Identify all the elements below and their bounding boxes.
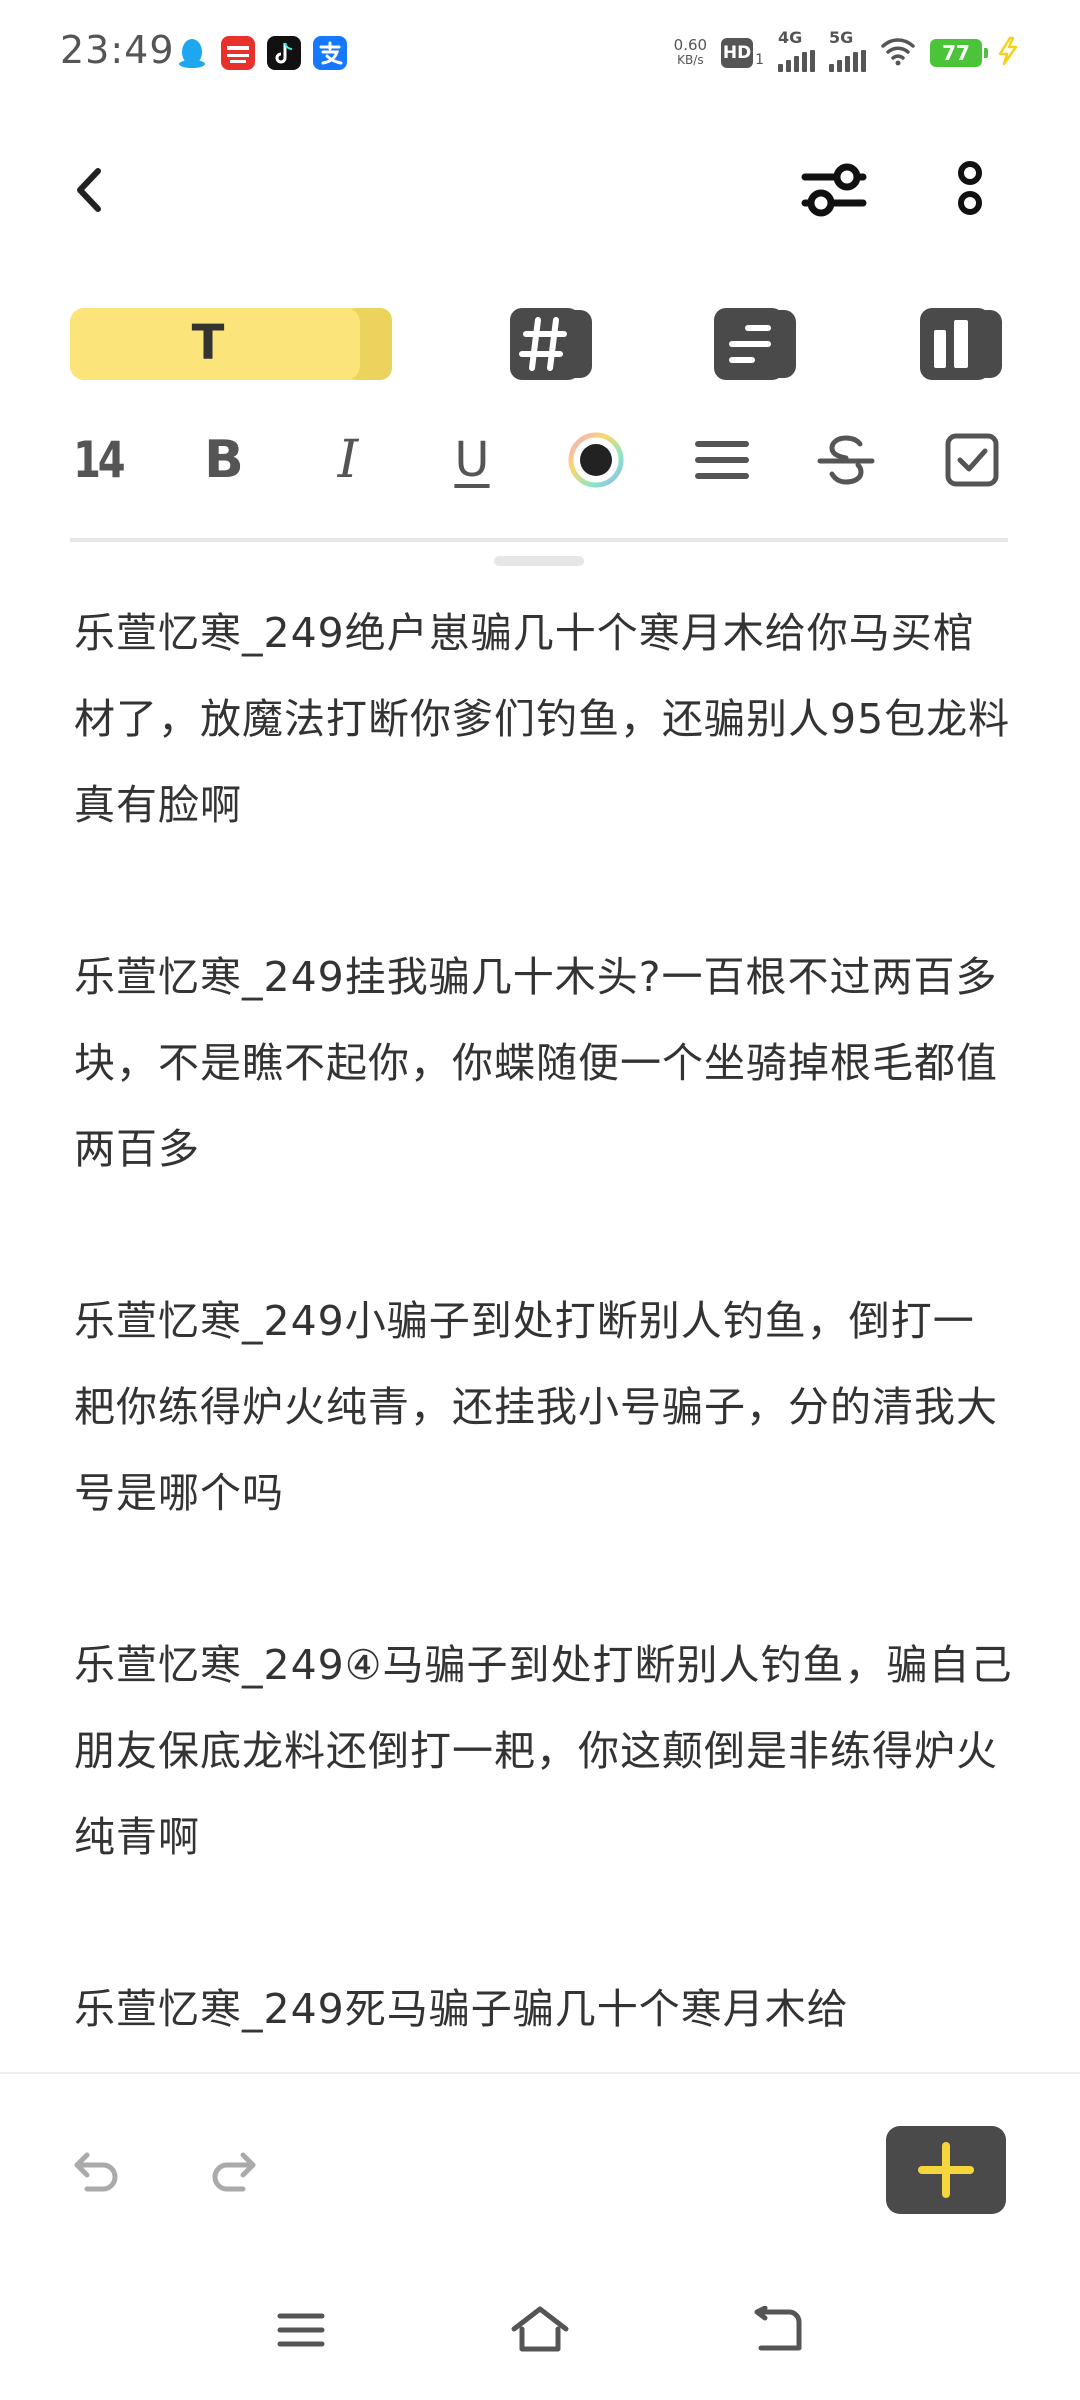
layout-tab[interactable]: [916, 304, 1006, 382]
add-icon: [918, 2142, 974, 2198]
redo-icon: [212, 2152, 256, 2192]
layout-icon: [920, 308, 1002, 380]
status-time: 23:49: [60, 28, 175, 72]
text-color-icon: [568, 432, 624, 488]
hashtag-icon: [510, 308, 592, 380]
format-toolbar: 14 B I U: [0, 420, 1080, 500]
signal-5g-label: 5G: [829, 28, 854, 47]
shopping-app-icon: [221, 36, 255, 70]
net-speed-unit: KB/s: [677, 53, 704, 67]
hd-icon: HD: [721, 38, 754, 68]
list-style-tab[interactable]: [710, 304, 800, 382]
wifi-icon: [880, 36, 916, 70]
undo-button[interactable]: [62, 2136, 132, 2206]
back-button[interactable]: [60, 160, 120, 220]
battery-level: 77: [942, 41, 970, 65]
style-tab-bar: T: [0, 296, 1080, 386]
add-button[interactable]: [886, 2126, 1006, 2214]
net-speed: 0.60 KB/s: [674, 38, 707, 68]
toolbar-divider: [70, 538, 1008, 542]
bottom-divider: [0, 2072, 1080, 2074]
back-icon: [754, 2306, 802, 2351]
battery-icon: 77: [930, 39, 988, 67]
bold-button[interactable]: B: [184, 420, 264, 500]
system-nav-bar: [0, 2290, 1080, 2370]
undo-icon: [74, 2152, 118, 2192]
settings-button[interactable]: [796, 155, 872, 225]
align-button[interactable]: [682, 420, 762, 500]
status-bar: 23:49 0.60 KB/s HD 1 4G 5G 77: [0, 0, 1080, 108]
nav-back-button[interactable]: [744, 2290, 814, 2370]
status-indicators: 0.60 KB/s HD 1 4G 5G 77: [674, 28, 1020, 76]
qq-penguin-icon: [175, 36, 209, 70]
italic-label: I: [337, 430, 359, 490]
font-size-button[interactable]: 14: [58, 420, 138, 500]
nav-menu-button[interactable]: [266, 2290, 336, 2370]
notification-icons: [175, 36, 347, 70]
signal-4g-label: 4G: [778, 28, 803, 47]
underline-label: U: [454, 432, 490, 488]
hd-indicator: HD 1: [721, 38, 764, 68]
strikethrough-button[interactable]: [806, 420, 886, 500]
text-style-tab[interactable]: T: [70, 304, 394, 382]
text-style-label: T: [191, 315, 225, 371]
underline-button[interactable]: U: [432, 420, 512, 500]
home-icon: [511, 2306, 569, 2352]
italic-button[interactable]: I: [308, 420, 388, 500]
note-paragraph[interactable]: 乐萱忆寒_249小骗子到处打断别人钓鱼，倒打一耙你练得炉火纯青，还挂我小号骗子，…: [74, 1278, 1014, 1536]
checkbox-icon: [945, 433, 999, 487]
signal-4g-icon: 4G: [778, 28, 815, 72]
note-paragraph[interactable]: 乐萱忆寒_249④马骗子到处打断别人钓鱼，骗自己朋友保底龙料还倒打一耙，你这颠倒…: [74, 1622, 1014, 1880]
nav-home-button[interactable]: [504, 2290, 576, 2370]
more-vertical-icon: [958, 161, 982, 215]
note-paragraph[interactable]: 乐萱忆寒_249挂我骗几十木头?一百根不过两百多块，不是瞧不起你，你蝶随便一个坐…: [74, 934, 1014, 1192]
more-button[interactable]: [945, 155, 995, 225]
text-color-button[interactable]: [556, 420, 636, 500]
charging-icon: [996, 36, 1020, 70]
bold-label: B: [204, 430, 244, 490]
sliders-icon: [801, 163, 867, 217]
drag-handle[interactable]: [494, 556, 584, 566]
list-style-icon: [714, 308, 796, 380]
checkbox-button[interactable]: [932, 420, 1012, 500]
tiktok-icon: [267, 36, 301, 70]
redo-button[interactable]: [198, 2136, 268, 2206]
strikethrough-icon: [817, 435, 875, 485]
signal-5g-icon: 5G: [829, 28, 866, 72]
font-size-value: 14: [73, 431, 125, 489]
menu-icon: [277, 2313, 325, 2347]
note-editor[interactable]: 乐萱忆寒_249绝户崽骗几十个寒月木给你马买棺材了，放魔法打断你爹们钓鱼，还骗别…: [74, 590, 1014, 2070]
alipay-icon: [313, 36, 347, 70]
note-paragraph[interactable]: 乐萱忆寒_249死马骗子骗几十个寒月木给: [74, 1966, 1014, 2052]
align-icon: [695, 441, 749, 479]
hashtag-tab[interactable]: [506, 304, 596, 382]
hd-sub: 1: [755, 52, 764, 68]
net-speed-value: 0.60: [673, 36, 708, 54]
note-paragraph[interactable]: 乐萱忆寒_249绝户崽骗几十个寒月木给你马买棺材了，放魔法打断你爹们钓鱼，还骗别…: [74, 590, 1014, 848]
back-arrow-icon: [77, 168, 101, 212]
